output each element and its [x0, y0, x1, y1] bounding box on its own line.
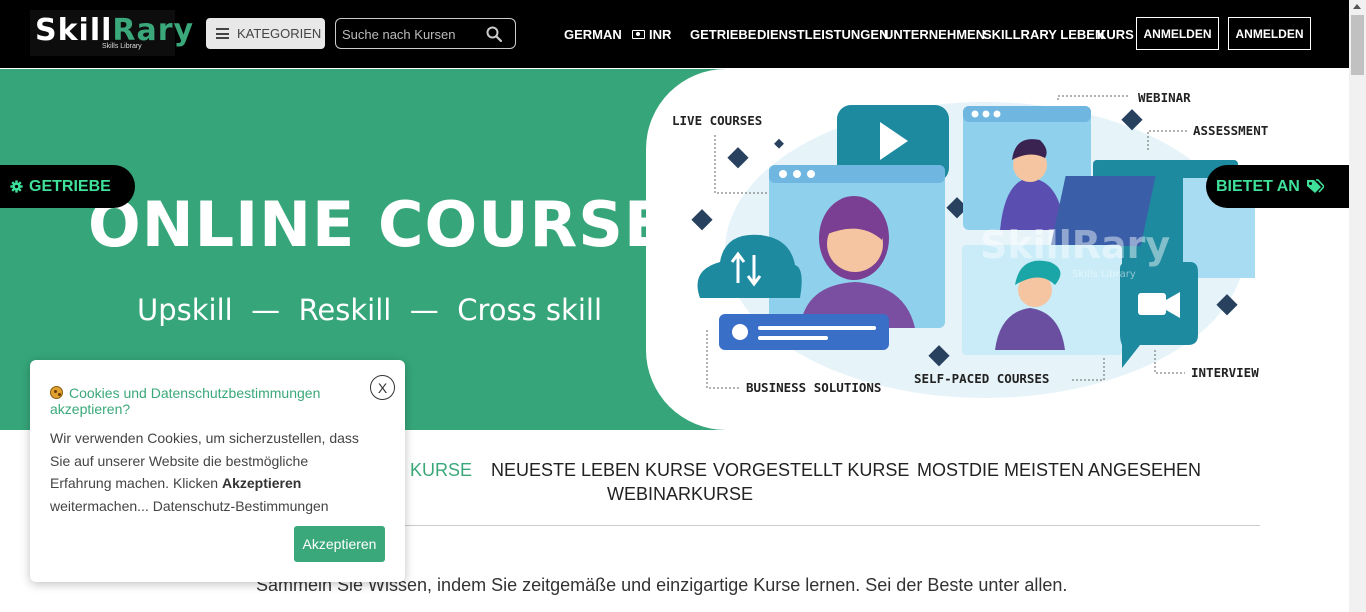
label-interview: INTERVIEW [1191, 365, 1259, 380]
label-business-solutions: BUSINESS SOLUTIONS [746, 380, 881, 395]
cookie-title-text: Cookies und Datenschutzbestimmungen akze… [50, 385, 321, 417]
tab-popular-courses[interactable]: KURSE [410, 460, 472, 481]
scroll-thumb[interactable] [1351, 15, 1364, 75]
kategorien-label: KATEGORIEN [237, 26, 322, 41]
kategorien-button[interactable]: KATEGORIEN [206, 18, 325, 49]
getriebe-side-tab[interactable]: GETRIEBE [0, 165, 135, 208]
nav-kurs[interactable]: KURS [1097, 27, 1134, 42]
watermark-subtext: Skills Library [1072, 269, 1136, 280]
nav-dienstleistungen[interactable]: DIENSTLEISTUNGEN [757, 27, 888, 42]
label-assessment: ASSESSMENT [1193, 123, 1268, 138]
label-live-courses: LIVE COURSES [672, 113, 762, 128]
label-webinar: WEBINAR [1138, 90, 1191, 105]
login-button[interactable]: ANMELDEN [1136, 17, 1219, 50]
accept-cookies-button[interactable]: Akzeptieren [294, 526, 385, 562]
scroll-up-arrow-icon[interactable] [1353, 4, 1361, 9]
nav-currency[interactable]: INR [632, 27, 671, 42]
nav-unternehmen[interactable]: UNTERNEHMEN [884, 27, 985, 42]
cookie-text-part2[interactable]: weitermachen... Datenschutz-Bestimmungen [50, 498, 329, 514]
hero-title: ONLINE COURSES [88, 188, 713, 261]
bietet-an-tab-label: BIETET AN [1216, 177, 1300, 195]
nav-language[interactable]: GERMAN [564, 27, 622, 42]
tags-icon [1306, 179, 1324, 193]
currency-label: INR [649, 27, 672, 42]
register-button[interactable]: ANMELDEN [1228, 17, 1311, 50]
tab-most-viewed[interactable]: MOSTDIE MEISTEN ANGESEHEN [917, 460, 1201, 481]
cookie-text: Wir verwenden Cookies, um sicherzustelle… [50, 427, 370, 517]
search-input[interactable] [342, 25, 482, 43]
tab-webinar-courses[interactable]: WEBINARKURSE [607, 484, 753, 505]
skillrary-logo[interactable]: SkillRary Skills Library [30, 10, 193, 56]
cookie-text-part1: Wir verwenden Cookies, um sicherzustelle… [50, 430, 359, 491]
menu-icon [216, 28, 229, 39]
tabs-divider [404, 525, 1260, 526]
search-box [335, 18, 516, 49]
search-icon[interactable] [486, 26, 502, 42]
gear-icon [10, 180, 23, 193]
hero-subtitle: Upskill — Reskill — Cross skill [137, 293, 603, 327]
nav-getriebe[interactable]: GETRIEBE [690, 27, 756, 42]
cookie-text-bold: Akzeptieren [221, 475, 302, 491]
cookie-title: Cookies und Datenschutzbestimmungen akze… [50, 385, 350, 417]
money-icon [632, 30, 645, 39]
cookie-consent-popup: X Cookies und Datenschutzbestimmungen ak… [30, 360, 405, 582]
tab-newest-courses[interactable]: NEUESTE LEBEN KURSE [491, 460, 707, 481]
logo-text-part1: Skill [35, 13, 113, 48]
bietet-an-side-tab[interactable]: BIETET AN [1206, 165, 1349, 208]
online-courses-illustration: SkillRary Skills Library LIVE COURSES WE… [672, 90, 1268, 398]
tab-featured-courses[interactable]: VORGESTELLT KURSE [713, 460, 909, 481]
close-icon[interactable]: X [370, 375, 395, 400]
getriebe-tab-label: GETRIEBE [29, 177, 111, 195]
nav-skillrary-leben[interactable]: SKILLRARY LEBEN [983, 27, 1104, 42]
label-self-paced: SELF-PACED COURSES [914, 371, 1049, 386]
top-header: SkillRary Skills Library KATEGORIEN GERM… [0, 0, 1349, 68]
logo-subtitle: Skills Library [102, 43, 142, 50]
page-scrollbar[interactable] [1349, 0, 1366, 612]
watermark-text: SkillRary [980, 223, 1170, 267]
cookie-icon [50, 386, 63, 399]
